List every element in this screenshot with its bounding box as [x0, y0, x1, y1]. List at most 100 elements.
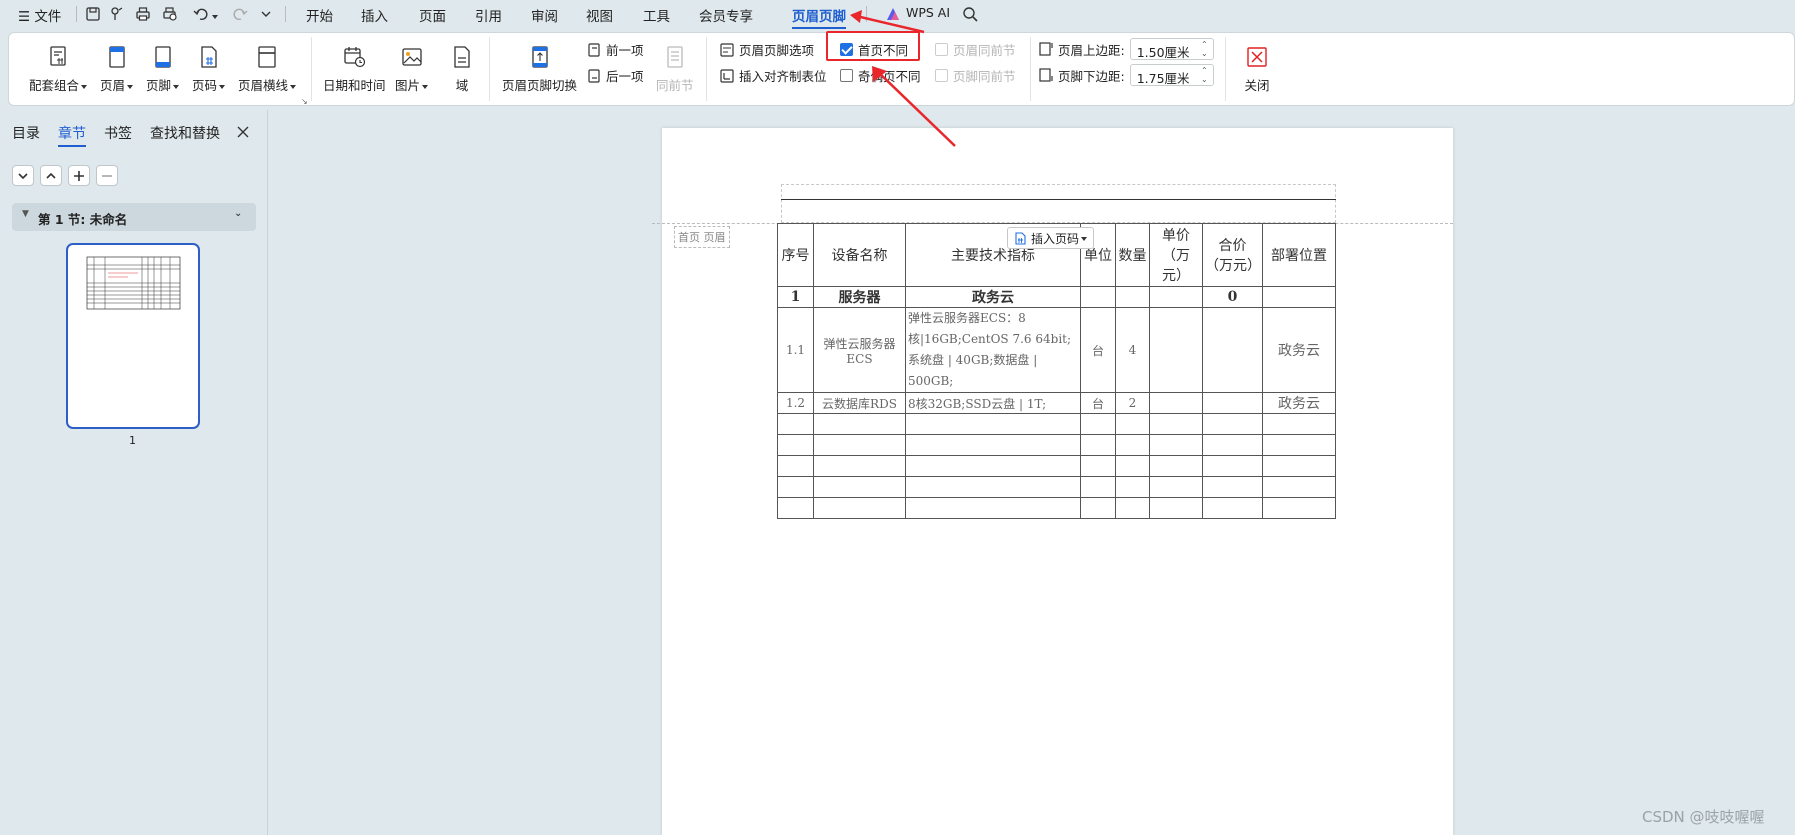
tab-page[interactable]: 页面	[419, 5, 446, 25]
dialog-launcher-icon[interactable]: ↘	[301, 97, 308, 106]
next-button[interactable]: 后一项	[587, 66, 644, 85]
tab-tools[interactable]: 工具	[643, 5, 670, 25]
remove-section-button[interactable]	[96, 165, 118, 186]
table-cell[interactable]	[905, 497, 1081, 519]
table-cell[interactable]: 政务云	[905, 286, 1081, 308]
close-button[interactable]: 关闭	[1244, 44, 1270, 94]
table-cell[interactable]	[1080, 455, 1116, 477]
table-cell[interactable]: 政务云	[1262, 307, 1336, 393]
table-cell[interactable]	[1149, 455, 1203, 477]
spinner-arrows-icon[interactable]: ⌃ ⌄	[1201, 40, 1208, 58]
table-cell[interactable]	[1202, 455, 1263, 477]
table-header-cell[interactable]: 数量	[1115, 223, 1150, 287]
section-header[interactable]: ▼ 第 1 节: 未命名 ⌄	[12, 203, 256, 231]
align-tab-button[interactable]: 插入对齐制表位	[720, 66, 827, 85]
table-cell[interactable]	[905, 455, 1081, 477]
table-header-cell[interactable]: 设备名称	[813, 223, 906, 287]
field-button[interactable]: 域	[449, 44, 475, 94]
checkbox-unchecked[interactable]	[840, 69, 853, 82]
tab-member[interactable]: 会员专享	[699, 5, 753, 25]
table-cell[interactable]	[1262, 476, 1336, 498]
table-cell[interactable]	[1115, 413, 1150, 435]
tab-insert[interactable]: 插入	[361, 5, 388, 25]
wps-ai-button[interactable]: WPS AI	[906, 5, 950, 20]
table-cell[interactable]	[1149, 413, 1203, 435]
tab-reference[interactable]: 引用	[475, 5, 502, 25]
table-cell[interactable]: 服务器	[813, 286, 906, 308]
chevron-down-icon[interactable]: ⌄	[234, 208, 242, 219]
table-cell[interactable]	[1115, 497, 1150, 519]
tab-find-replace[interactable]: 查找和替换	[150, 123, 220, 143]
table-header-cell[interactable]: 单价（万元）	[1149, 223, 1203, 287]
table-cell[interactable]	[1202, 497, 1263, 519]
table-cell[interactable]	[813, 434, 906, 456]
prev-button[interactable]: 前一项	[587, 40, 644, 59]
save-icon[interactable]	[84, 5, 102, 23]
table-cell[interactable]	[1080, 497, 1116, 519]
add-section-button[interactable]	[68, 165, 90, 186]
tab-review[interactable]: 审阅	[531, 5, 558, 25]
collapse-up-button[interactable]	[40, 165, 62, 186]
combo-button[interactable]: 配套组合	[29, 44, 87, 94]
table-cell[interactable]	[1262, 286, 1336, 308]
undo-dropdown-icon[interactable]	[210, 9, 218, 24]
table-cell[interactable]	[1202, 307, 1263, 393]
table-cell[interactable]	[1262, 413, 1336, 435]
table-cell[interactable]	[813, 413, 906, 435]
table-cell[interactable]	[1202, 413, 1263, 435]
header-footer-switch-button[interactable]: 页眉页脚切换	[502, 44, 577, 94]
table-cell[interactable]	[1149, 392, 1203, 414]
table-cell[interactable]	[1149, 434, 1203, 456]
header-button[interactable]: 页眉	[100, 44, 133, 94]
table-cell[interactable]	[1115, 286, 1150, 308]
table-cell[interactable]	[1202, 476, 1263, 498]
table-cell[interactable]	[1262, 497, 1336, 519]
tab-toc[interactable]: 目录	[12, 123, 40, 143]
header-line-button[interactable]: 页眉横线	[238, 44, 296, 94]
footer-bottom-input[interactable]: 1.75厘米 ⌃ ⌄	[1129, 64, 1214, 86]
table-cell[interactable]	[1262, 434, 1336, 456]
close-icon[interactable]	[236, 125, 250, 139]
tab-sections[interactable]: 章节	[58, 123, 86, 143]
table-cell[interactable]	[1115, 434, 1150, 456]
datetime-button[interactable]: 日期和时间	[323, 44, 386, 94]
share-icon[interactable]	[108, 5, 126, 23]
table-cell[interactable]	[777, 455, 814, 477]
options-button[interactable]: 页眉页脚选项	[720, 40, 814, 59]
table-cell[interactable]: 台	[1080, 307, 1116, 393]
footer-button[interactable]: 页脚	[146, 44, 179, 94]
odd-even-different-checkbox[interactable]: 奇偶页不同	[840, 66, 921, 85]
table-cell[interactable]	[1149, 307, 1203, 393]
tab-start[interactable]: 开始	[306, 5, 333, 25]
table-cell[interactable]: 政务云	[1262, 392, 1336, 414]
table-cell[interactable]	[1115, 476, 1150, 498]
page-number-button[interactable]: 页码	[192, 44, 225, 94]
table-cell[interactable]	[905, 476, 1081, 498]
table-cell[interactable]	[813, 497, 906, 519]
insert-page-number-button[interactable]: 插入页码	[1007, 227, 1095, 249]
header-top-input[interactable]: 1.50厘米 ⌃ ⌄	[1129, 38, 1214, 60]
table-cell[interactable]: 4	[1115, 307, 1150, 393]
table-cell[interactable]	[1080, 413, 1116, 435]
table-cell[interactable]	[1202, 392, 1263, 414]
table-cell[interactable]: 1	[777, 286, 814, 308]
table-cell[interactable]	[1080, 286, 1116, 308]
tab-view[interactable]: 视图	[586, 5, 613, 25]
table-header-cell[interactable]: 部署位置	[1262, 223, 1336, 287]
table-cell[interactable]: 弹性云服务器ECS：8核|16GB;CentOS 7.6 64bit;系统盘 |…	[905, 307, 1081, 393]
table-cell[interactable]	[777, 476, 814, 498]
spinner-arrows-icon[interactable]: ⌃ ⌄	[1201, 66, 1208, 84]
table-cell[interactable]	[1149, 476, 1203, 498]
table-cell[interactable]	[777, 413, 814, 435]
first-page-different-checkbox[interactable]: 首页不同	[840, 40, 908, 59]
table-header-cell[interactable]: 序号	[777, 223, 814, 287]
table-cell[interactable]: 2	[1115, 392, 1150, 414]
table-cell[interactable]	[1149, 497, 1203, 519]
tab-bookmarks[interactable]: 书签	[104, 123, 132, 143]
expand-down-button[interactable]	[12, 165, 34, 186]
table-cell[interactable]	[813, 476, 906, 498]
table-cell[interactable]	[777, 434, 814, 456]
table-cell[interactable]	[905, 434, 1081, 456]
search-icon[interactable]	[961, 5, 979, 23]
table-cell[interactable]	[777, 497, 814, 519]
